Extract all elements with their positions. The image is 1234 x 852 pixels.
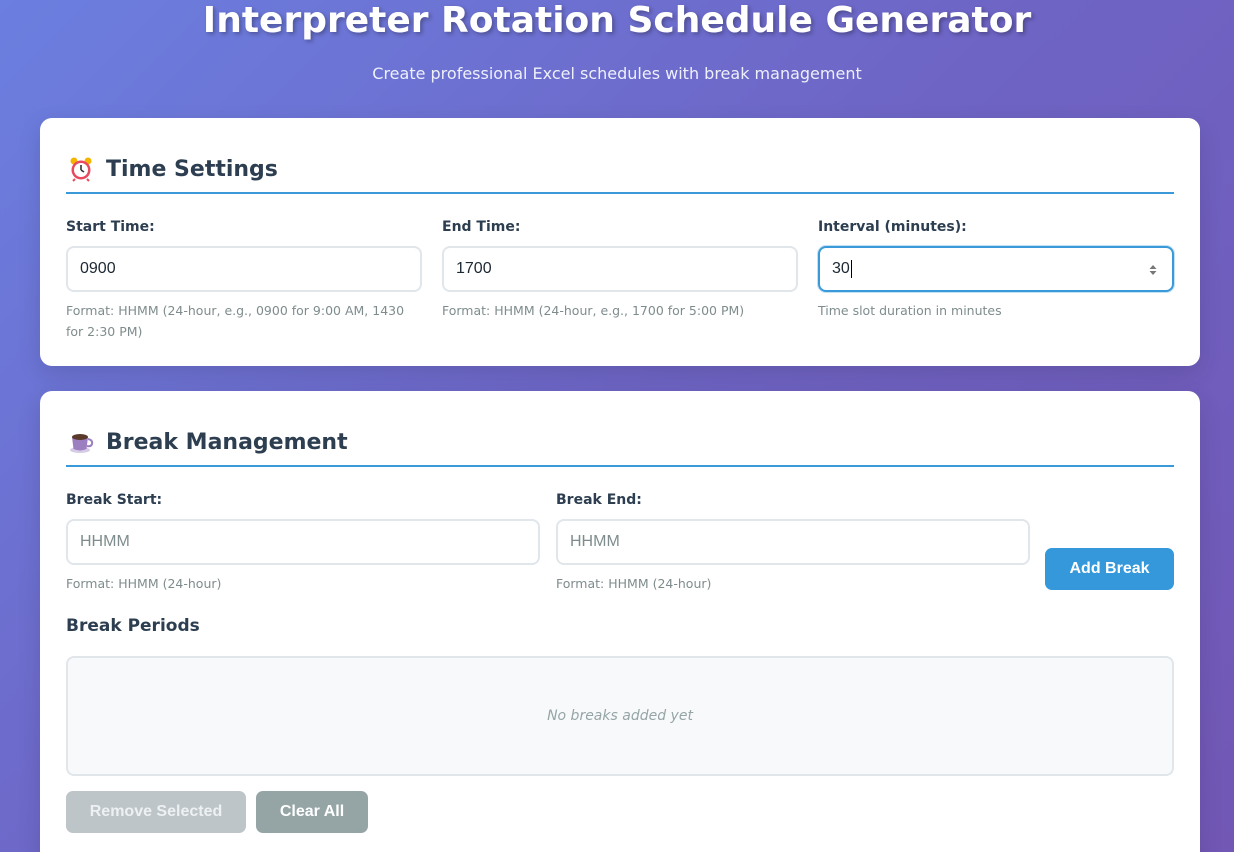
interval-input[interactable]: 30 (818, 246, 1174, 292)
end-time-field: End Time: 1700 Format: HHMM (24-hour, e.… (442, 219, 798, 321)
page-subtitle: Create professional Excel schedules with… (372, 64, 862, 83)
interval-hint: Time slot duration in minutes (818, 303, 1002, 318)
break-management-title: Break Management (106, 429, 348, 455)
end-time-input[interactable]: 1700 (442, 246, 798, 292)
break-periods-list[interactable]: No breaks added yet (66, 656, 1174, 776)
start-time-value: 0900 (80, 260, 116, 277)
break-periods-heading: Break Periods (66, 616, 200, 636)
alarm-clock-icon (66, 154, 96, 184)
break-start-placeholder: HHMM (80, 533, 130, 550)
start-time-label: Start Time: (66, 219, 155, 235)
add-break-button[interactable]: Add Break (1045, 548, 1174, 590)
end-time-value: 1700 (456, 260, 492, 277)
time-settings-title: Time Settings (106, 156, 278, 182)
start-time-hint: Format: HHMM (24-hour, e.g., 0900 for 9:… (66, 303, 405, 339)
start-time-input[interactable]: 0900 (66, 246, 422, 292)
interval-field: Interval (minutes): 30 Time slot duratio… (818, 219, 1174, 321)
time-settings-card: Time Settings Start Time: 0900 Format: H… (40, 118, 1200, 366)
time-settings-header: Time Settings (66, 146, 1174, 194)
empty-list-message: No breaks added yet (547, 708, 693, 724)
break-end-hint: Format: HHMM (24-hour) (556, 576, 712, 591)
interval-value: 30 (832, 260, 850, 277)
break-end-input[interactable]: HHMM (556, 519, 1030, 565)
break-start-label: Break Start: (66, 492, 163, 508)
clear-all-button[interactable]: Clear All (256, 791, 368, 833)
break-end-label: Break End: (556, 492, 642, 508)
break-start-hint: Format: HHMM (24-hour) (66, 576, 222, 591)
break-end-placeholder: HHMM (570, 533, 620, 550)
number-spinner-icon[interactable] (1148, 260, 1158, 280)
break-management-header: Break Management (66, 419, 1174, 467)
coffee-cup-icon (66, 427, 96, 457)
break-start-input[interactable]: HHMM (66, 519, 540, 565)
break-management-card: Break Management Break Start: HHMM Forma… (40, 391, 1200, 852)
remove-selected-button[interactable]: Remove Selected (66, 791, 246, 833)
break-start-field: Break Start: HHMM Format: HHMM (24-hour) (66, 492, 540, 594)
break-end-field: Break End: HHMM Format: HHMM (24-hour) (556, 492, 1030, 594)
end-time-hint: Format: HHMM (24-hour, e.g., 1700 for 5:… (442, 303, 745, 318)
page-title: Interpreter Rotation Schedule Generator (202, 0, 1032, 41)
start-time-field: Start Time: 0900 Format: HHMM (24-hour, … (66, 219, 422, 342)
interval-label: Interval (minutes): (818, 219, 967, 235)
end-time-label: End Time: (442, 219, 521, 235)
text-caret (850, 260, 852, 278)
